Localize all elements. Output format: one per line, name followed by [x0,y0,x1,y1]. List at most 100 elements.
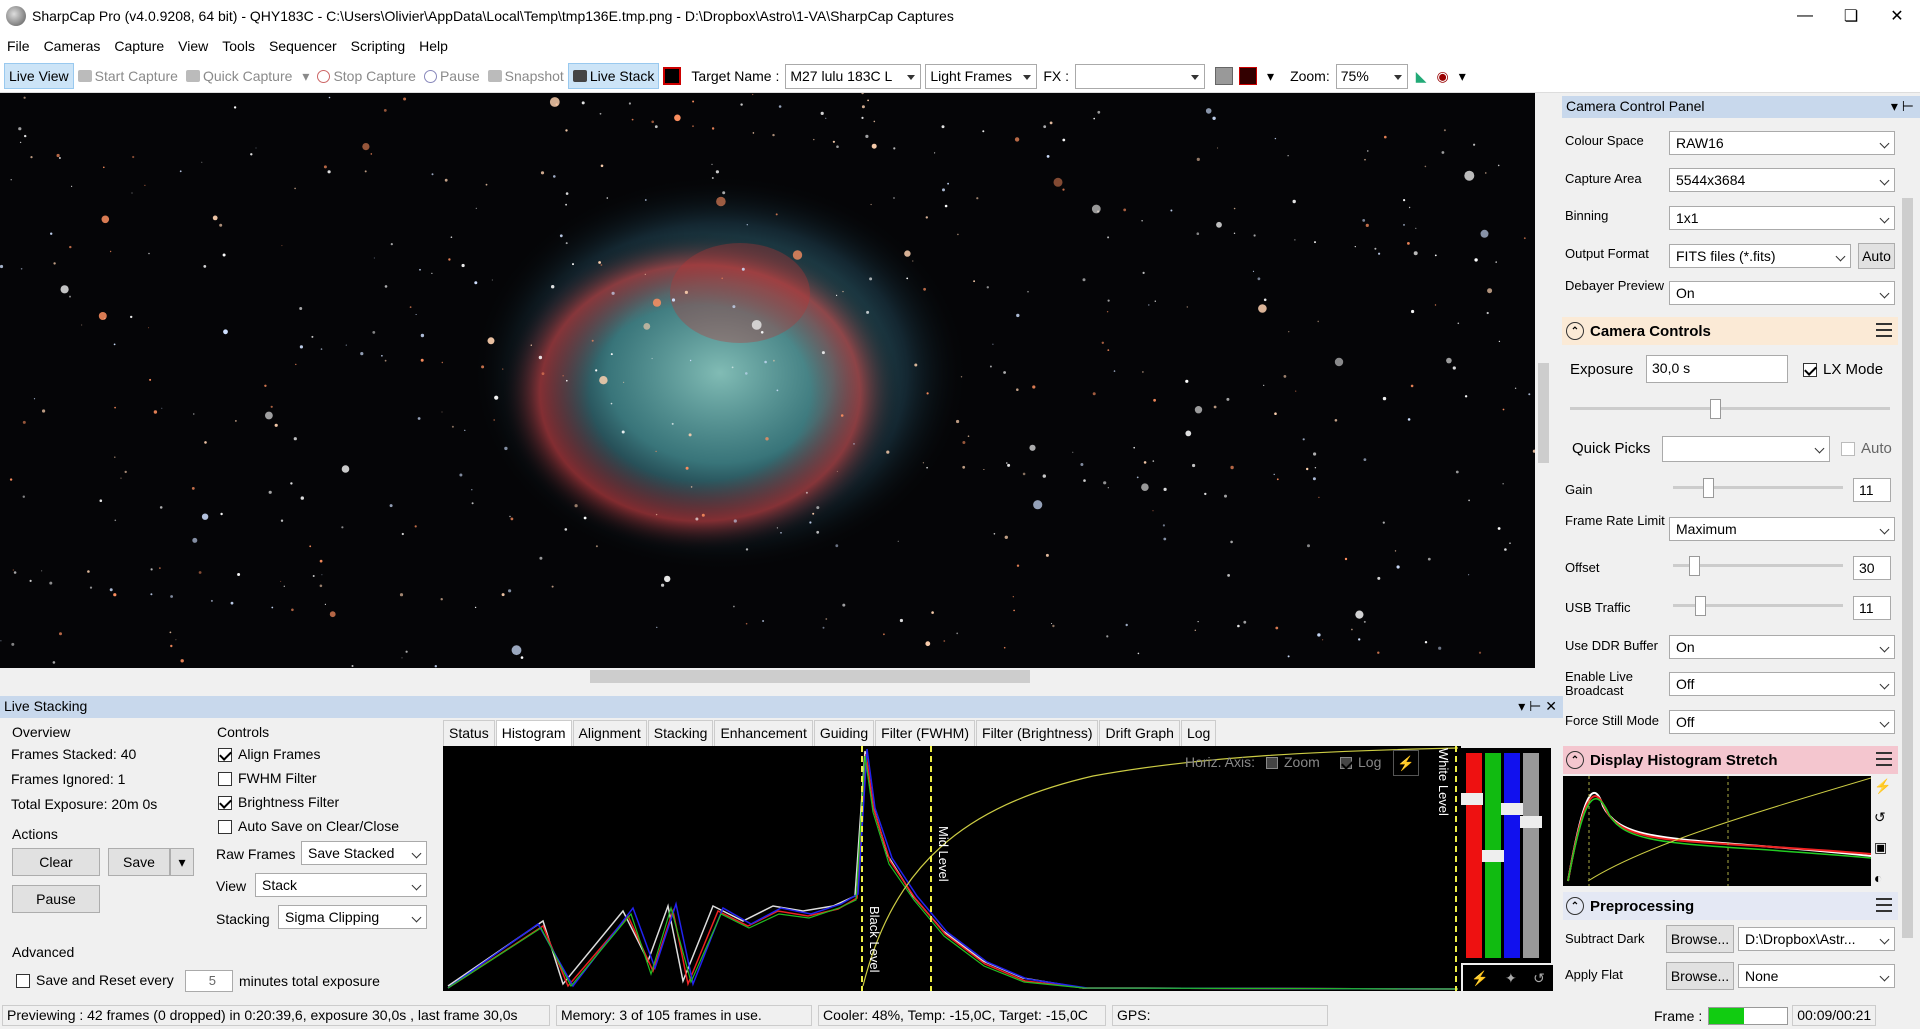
menu-cameras[interactable]: Cameras [37,38,108,54]
exposure-slider[interactable] [1570,399,1890,419]
quick-capture-button[interactable]: Quick Capture ▾ [182,63,314,89]
gain-value[interactable]: 11 [1853,478,1891,502]
brightness-checkbox[interactable]: Brightness Filter [218,794,339,811]
red-cross-icon[interactable] [1239,67,1258,85]
panel-scrollbar[interactable] [1899,118,1916,1002]
live-view-button[interactable]: Live View [4,63,74,89]
tab-histogram[interactable]: Histogram [495,720,572,746]
star-icon[interactable]: ✦ [1505,970,1517,987]
frame-rate-combo[interactable]: Maximum [1669,517,1895,541]
close-icon[interactable]: ✕ [1874,0,1920,32]
checkbox-icon[interactable] [218,820,232,835]
menu-capture[interactable]: Capture [107,38,171,54]
minimize-icon[interactable]: — [1782,0,1828,32]
checkbox-icon[interactable] [218,796,232,811]
save-button[interactable]: Save [108,848,170,876]
zoom-checkbox[interactable]: Zoom [1266,754,1320,770]
collapse-icon[interactable]: ⌃ [1566,751,1584,769]
chevron-down-icon[interactable]: ▾ [1267,68,1274,85]
stack-histogram[interactable]: Black Level Mid Level White Level Horiz.… [443,746,1461,991]
chevron-down-icon[interactable]: ▾ [302,68,309,85]
zoom-combo[interactable]: 75% [1335,63,1408,89]
frame-type-combo[interactable]: Light Frames [925,63,1038,89]
checkbox-icon[interactable] [1803,363,1817,378]
tab-enhancement[interactable]: Enhancement [714,720,813,746]
align-frames-checkbox[interactable]: Align Frames [218,746,320,763]
save-icon[interactable]: ▣ [1874,839,1896,856]
slider-thumb[interactable] [1501,803,1523,815]
exposure-input[interactable]: 30,0 s [1646,355,1788,383]
quick-picks-combo[interactable] [1662,436,1830,462]
target-name-combo[interactable]: M27 lulu 183C L [785,63,922,89]
menu-scripting[interactable]: Scripting [344,38,412,54]
save-reset-spinner[interactable]: 5 [185,970,233,992]
pause-stack-button[interactable]: Pause [12,885,100,913]
tab-filter-brightness[interactable]: Filter (Brightness) [976,720,1099,746]
histogram-box-icon[interactable] [1215,67,1234,85]
offset-value[interactable]: 30 [1853,556,1891,580]
scroll-thumb[interactable] [1538,363,1549,463]
autosave-checkbox[interactable]: Auto Save on Clear/Close [218,818,399,835]
checkbox-icon[interactable] [1266,757,1278,770]
close-icon[interactable]: ▾ ⊢ ✕ [1518,698,1557,715]
camera-controls-header[interactable]: ⌃ Camera Controls [1562,317,1898,345]
flat-combo[interactable]: None [1738,964,1895,988]
lightning-icon[interactable]: ⚡ [1874,778,1896,795]
live-stack-button[interactable]: Live Stack [567,63,660,89]
still-mode-combo[interactable]: Off [1669,710,1895,734]
reset-icon[interactable]: ↺ [1533,970,1545,987]
save-dropdown-button[interactable]: ▾ [170,848,194,876]
output-auto-button[interactable]: Auto [1858,243,1895,269]
save-reset-checkbox[interactable]: Save and Reset every [16,972,174,989]
chart-icon[interactable]: ◣ [1416,68,1427,85]
image-horizontal-scrollbar[interactable] [0,668,1535,685]
menu-view[interactable]: View [171,38,215,54]
usb-slider[interactable] [1673,596,1843,616]
menu-icon[interactable] [1876,323,1892,337]
menu-tools[interactable]: Tools [215,38,262,54]
slider-thumb[interactable] [1461,793,1483,805]
binning-combo[interactable]: 1x1 [1669,206,1895,230]
snapshot-button[interactable]: Snapshot [484,63,568,89]
stacking-combo[interactable]: Sigma Clipping [278,905,427,929]
tab-log[interactable]: Log [1180,720,1217,746]
menu-sequencer[interactable]: Sequencer [262,38,344,54]
red-level-bar[interactable] [1466,753,1482,958]
checkbox-icon[interactable] [218,772,232,787]
pause-button[interactable]: Pause [420,63,484,89]
image-vertical-scrollbar[interactable] [1535,93,1552,668]
lightning-icon[interactable]: ⚡ [1393,750,1419,776]
quick-picks-auto[interactable]: Auto [1841,440,1892,457]
tab-guiding[interactable]: Guiding [813,720,875,746]
view-combo[interactable]: Stack [255,873,427,897]
tab-status[interactable]: Status [443,720,495,746]
ddr-combo[interactable]: On [1669,635,1895,659]
pin-icon[interactable]: ▾ ⊢ [1891,98,1914,115]
red-indicator-icon[interactable] [663,67,682,85]
lightning-icon[interactable]: ⚡ [1471,970,1488,987]
tab-alignment[interactable]: Alignment [572,720,647,746]
clear-button[interactable]: Clear [12,848,100,876]
lx-mode-checkbox[interactable]: LX Mode [1803,361,1883,378]
colour-space-combo[interactable]: RAW16 [1669,131,1895,155]
scroll-thumb[interactable] [590,670,1030,683]
collapse-icon[interactable]: ⌃ [1566,897,1584,915]
dark-combo[interactable]: D:\Dropbox\Astr... [1738,927,1895,951]
checkbox-icon[interactable] [1841,442,1855,457]
offset-slider[interactable] [1673,556,1843,576]
checkbox-icon[interactable] [16,974,30,989]
start-capture-button[interactable]: Start Capture [74,63,182,89]
menu-icon[interactable] [1876,898,1892,912]
tab-drift-graph[interactable]: Drift Graph [1099,720,1180,746]
log-checkbox[interactable]: Log [1340,754,1381,770]
collapse-icon[interactable]: ⌃ [1566,322,1584,340]
gain-slider[interactable] [1673,478,1843,498]
menu-icon[interactable] [1876,752,1892,766]
debayer-combo[interactable]: On [1669,281,1895,305]
scroll-thumb[interactable] [1902,198,1913,938]
output-format-combo[interactable]: FITS files (*.fits) [1669,244,1851,268]
menu-file[interactable]: File [0,38,37,54]
slider-thumb[interactable] [1520,816,1542,828]
image-viewport[interactable] [0,93,1535,668]
reset-icon[interactable]: ↺ [1874,809,1896,826]
